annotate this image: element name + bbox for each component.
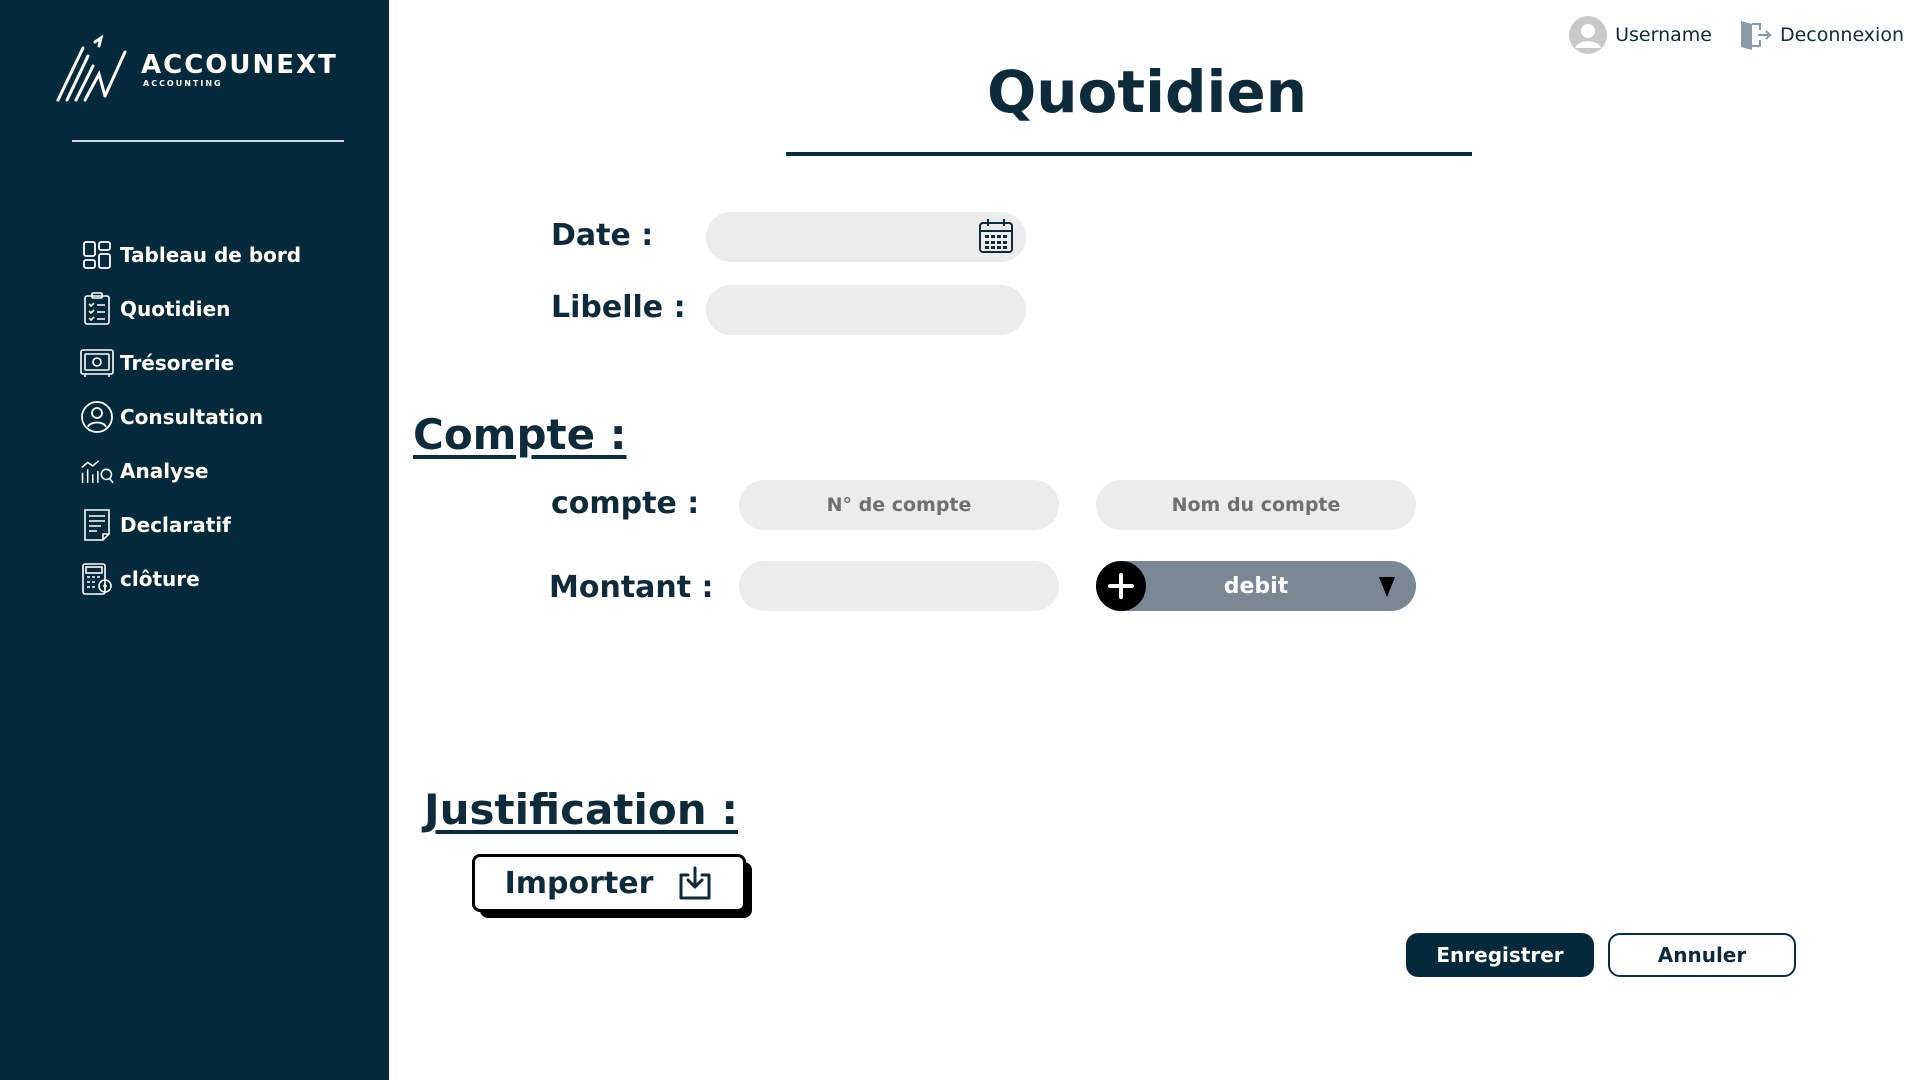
dropdown-arrow-icon: [1378, 575, 1396, 603]
sidebar-item-label: Analyse: [120, 459, 209, 483]
logo-mark-icon: [56, 34, 127, 102]
logout-icon: [1740, 21, 1772, 50]
brand-logo[interactable]: ACCOUNEXT ACCOUNTING: [55, 34, 338, 104]
import-label: Importer: [504, 865, 654, 901]
user-area: Username Deconnexion: [1569, 16, 1904, 54]
sidebar-item-label: Tableau de bord: [120, 243, 302, 267]
logout-label: Deconnexion: [1779, 24, 1904, 46]
document-form-icon: [80, 508, 114, 542]
cancel-button[interactable]: Annuler: [1608, 933, 1796, 977]
add-line-icon[interactable]: [1096, 561, 1146, 611]
justification-section-title: Justification :: [424, 785, 739, 834]
sidebar-divider: [72, 140, 344, 142]
sidebar-item-tresorerie[interactable]: Trésorerie: [80, 342, 301, 384]
montant-label: Montant :: [549, 570, 714, 605]
account-name-input[interactable]: [1096, 480, 1416, 530]
title-underline: [786, 152, 1472, 156]
logout-button[interactable]: Deconnexion: [1738, 18, 1904, 52]
download-icon: [679, 866, 711, 900]
dashboard-icon: [80, 238, 114, 272]
import-button-wrap: Importer: [472, 854, 752, 918]
brand-tagline: ACCOUNTING: [143, 78, 223, 88]
sidebar-item-consultation[interactable]: Consultation: [80, 396, 301, 438]
sidebar-item-label: Quotidien: [120, 297, 231, 321]
sidebar-item-label: Declaratif: [120, 513, 231, 537]
sidebar: ACCOUNEXT ACCOUNTING Tableau de bord Quo…: [0, 0, 389, 1080]
calculator-icon: [80, 562, 114, 596]
brand-name: ACCOUNEXT: [141, 49, 338, 80]
calendar-icon[interactable]: [976, 216, 1016, 256]
clipboard-checklist-icon: [80, 292, 114, 326]
sidebar-item-tableau-de-bord[interactable]: Tableau de bord: [80, 234, 301, 276]
sidebar-item-label: clôture: [120, 567, 200, 591]
consultant-icon: [80, 400, 114, 434]
compte-label: compte :: [551, 486, 700, 521]
import-button[interactable]: Importer: [472, 854, 746, 912]
libelle-input[interactable]: [706, 285, 1026, 335]
page-title: Quotidien: [986, 58, 1308, 126]
entry-type-select[interactable]: debit: [1096, 561, 1416, 611]
libelle-label: Libelle :: [551, 290, 686, 325]
sidebar-item-declaratif[interactable]: Declaratif: [80, 504, 301, 546]
sidebar-item-analyse[interactable]: Analyse: [80, 450, 301, 492]
user-profile[interactable]: Username: [1569, 16, 1712, 54]
save-button[interactable]: Enregistrer: [1406, 933, 1594, 977]
safe-icon: [80, 346, 114, 380]
entry-type-value: debit: [1223, 573, 1289, 599]
sidebar-item-label: Consultation: [120, 405, 264, 429]
sidebar-item-quotidien[interactable]: Quotidien: [80, 288, 301, 330]
date-label: Date :: [551, 218, 654, 253]
sidebar-item-cloture[interactable]: clôture: [80, 558, 301, 600]
sidebar-nav: Tableau de bord Quotidien Trésorerie Con…: [80, 234, 301, 612]
account-number-input[interactable]: [739, 480, 1059, 530]
amount-input[interactable]: [739, 561, 1059, 611]
avatar-icon: [1569, 16, 1608, 54]
compte-section-title: Compte :: [413, 410, 627, 459]
sidebar-item-label: Trésorerie: [120, 351, 235, 375]
analysis-chart-icon: [80, 454, 114, 488]
username-label: Username: [1615, 24, 1712, 46]
